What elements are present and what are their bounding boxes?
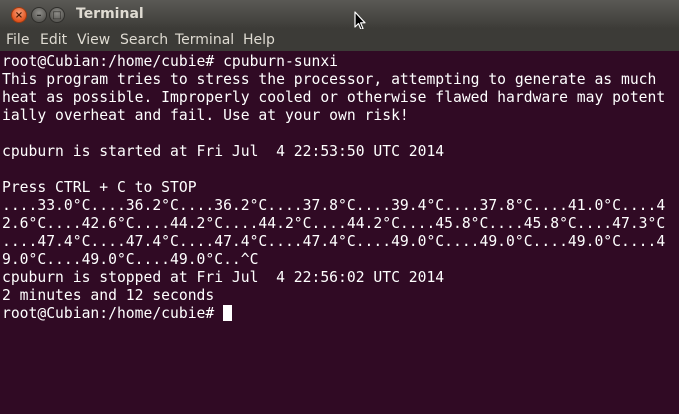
title-bar[interactable]: × – □ Terminal	[0, 0, 679, 31]
shell-prompt: root@Cubian:/home/cubie#	[2, 305, 224, 322]
window-title: Terminal	[76, 6, 144, 22]
menu-help[interactable]: Help	[243, 32, 275, 48]
terminal-window: × – □ Terminal File Edit View Search Ter…	[0, 0, 679, 414]
terminal-line: root@Cubian:/home/cubie# cpuburn-sunxi	[2, 53, 339, 70]
menu-file[interactable]: File	[6, 32, 29, 48]
menu-terminal[interactable]: Terminal	[175, 32, 234, 48]
terminal-line: cpuburn is stopped at Fri Jul 4 22:56:02…	[2, 269, 445, 286]
terminal-line: 9.0°C....49.0°C....49.0°C..^C	[2, 251, 259, 268]
terminal-line: 2 minutes and 12 seconds	[2, 287, 215, 304]
menu-edit[interactable]: Edit	[40, 32, 67, 48]
text-cursor	[223, 305, 233, 321]
terminal-line: ....33.0°C....36.2°C....36.2°C....37.8°C…	[2, 197, 666, 214]
mouse-pointer-icon	[354, 11, 366, 31]
menu-search[interactable]: Search	[120, 32, 168, 48]
maximize-icon[interactable]: □	[49, 7, 65, 23]
terminal-line: This program tries to stress the process…	[2, 71, 657, 88]
terminal-line: cpuburn is started at Fri Jul 4 22:53:50…	[2, 143, 445, 160]
terminal-output[interactable]: root@Cubian:/home/cubie# cpuburn-sunxi T…	[0, 51, 679, 414]
prompt-line[interactable]: root@Cubian:/home/cubie#	[2, 305, 233, 323]
terminal-line: ially overheat and fail. Use at your own…	[2, 107, 409, 124]
minimize-icon[interactable]: –	[31, 7, 47, 23]
menu-bar: File Edit View Search Terminal Help	[0, 29, 679, 51]
terminal-line: 2.6°C....42.6°C....44.2°C....44.2°C....4…	[2, 215, 666, 232]
terminal-line: heat as possible. Improperly cooled or o…	[2, 89, 666, 106]
terminal-line: Press CTRL + C to STOP	[2, 179, 197, 196]
close-icon[interactable]: ×	[11, 7, 27, 23]
terminal-line: ....47.4°C....47.4°C....47.4°C....47.4°C…	[2, 233, 666, 250]
menu-view[interactable]: View	[77, 32, 110, 48]
